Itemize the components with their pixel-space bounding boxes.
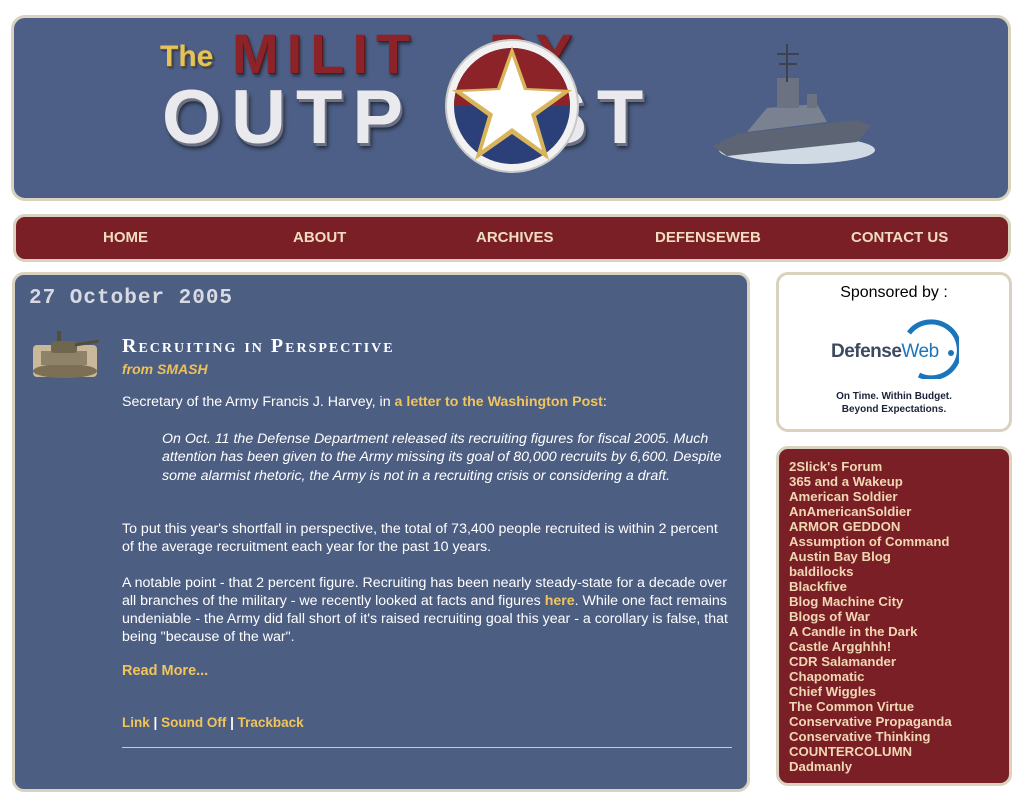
link-separator: | bbox=[230, 715, 234, 730]
post-date: 27 October 2005 bbox=[29, 287, 234, 310]
logo-defense: Defense bbox=[831, 341, 902, 362]
blogroll-item[interactable]: Blog Machine City bbox=[789, 594, 952, 609]
sponsor-tagline: On Time. Within Budget. Beyond Expectati… bbox=[779, 391, 1009, 416]
here-link[interactable]: here bbox=[545, 593, 575, 609]
blogroll-item[interactable]: COUNTERCOLUMN bbox=[789, 744, 952, 759]
blogroll-item[interactable]: Assumption of Command bbox=[789, 534, 952, 549]
post-paragraph-2: To put this year's shortfall in perspect… bbox=[122, 521, 718, 555]
post-author: from SMASH bbox=[122, 361, 208, 377]
site-header: The MILIT RY OUTP ST bbox=[11, 15, 1011, 201]
logo-web: Web bbox=[901, 341, 939, 362]
post-title[interactable]: Recruiting in Perspective bbox=[122, 335, 395, 358]
blogroll-item[interactable]: Castle Argghhh! bbox=[789, 639, 952, 654]
nav-home-link[interactable]: HOME bbox=[103, 229, 148, 246]
blogroll-item[interactable]: AnAmericanSoldier bbox=[789, 504, 952, 519]
nav-contact-link[interactable]: CONTACT US bbox=[851, 229, 948, 246]
sound-off-link[interactable]: Sound Off bbox=[161, 715, 226, 730]
blogroll: 2Slick's Forum 365 and a Wakeup American… bbox=[776, 446, 1012, 786]
trackback-link[interactable]: Trackback bbox=[238, 715, 304, 730]
blogroll-item[interactable]: Conservative Thinking bbox=[789, 729, 952, 744]
post-intro: Secretary of the Army Francis J. Harvey,… bbox=[122, 393, 732, 411]
post-divider bbox=[122, 747, 732, 748]
nav-defenseweb-link[interactable]: DEFENSEWEB bbox=[655, 229, 761, 246]
star-emblem-icon bbox=[445, 39, 579, 173]
main-content: 27 October 2005 Recruiting in Perspectiv… bbox=[12, 272, 750, 792]
blogroll-item[interactable]: Austin Bay Blog bbox=[789, 549, 952, 564]
blogroll-item[interactable]: 2Slick's Forum bbox=[789, 459, 952, 474]
defenseweb-logo[interactable]: DefenseWeb bbox=[831, 341, 939, 363]
blogroll-item[interactable]: Chapomatic bbox=[789, 669, 952, 684]
blogroll-item[interactable]: Conservative Propaganda bbox=[789, 714, 952, 729]
blogroll-item[interactable]: A Candle in the Dark bbox=[789, 624, 952, 639]
blogroll-item[interactable]: Dadmanly bbox=[789, 759, 952, 774]
blogroll-item[interactable]: CDR Salamander bbox=[789, 654, 952, 669]
nav-archives-link[interactable]: ARCHIVES bbox=[476, 229, 554, 246]
warship-icon bbox=[713, 44, 875, 164]
link-separator: | bbox=[153, 715, 158, 730]
washington-post-link[interactable]: a letter to the Washington Post bbox=[395, 394, 603, 410]
blogroll-item[interactable]: American Soldier bbox=[789, 489, 952, 504]
tagline-line-2: Beyond Expectations. bbox=[841, 403, 947, 415]
permalink-link[interactable]: Link bbox=[122, 715, 150, 730]
blockquote: On Oct. 11 the Defense Department releas… bbox=[162, 431, 722, 484]
logo-the-text: The bbox=[160, 40, 214, 73]
blogroll-item[interactable]: Blackfive bbox=[789, 579, 952, 594]
sponsor-box: Sponsored by : DefenseWeb On Time. Withi… bbox=[776, 272, 1012, 432]
blogroll-item[interactable]: ARMOR GEDDON bbox=[789, 519, 952, 534]
tank-icon bbox=[33, 331, 100, 378]
blogroll-item[interactable]: Chief Wiggles bbox=[789, 684, 952, 699]
blogroll-item[interactable]: 365 and a Wakeup bbox=[789, 474, 952, 489]
blogroll-item[interactable]: baldilocks bbox=[789, 564, 952, 579]
intro-text: Secretary of the Army Francis J. Harvey,… bbox=[122, 394, 395, 410]
intro-suffix: : bbox=[602, 394, 607, 410]
sponsor-title: Sponsored by : bbox=[840, 284, 948, 301]
blogroll-item[interactable]: The Common Virtue bbox=[789, 699, 952, 714]
post-paragraph-3: A notable point - that 2 percent figure.… bbox=[122, 574, 732, 646]
blogroll-item[interactable]: Blogs of War bbox=[789, 609, 952, 624]
tagline-line-1: On Time. Within Budget. bbox=[836, 391, 952, 402]
read-more-link[interactable]: Read More... bbox=[122, 663, 208, 679]
post-links: Link | Sound Off | Trackback bbox=[122, 715, 304, 730]
nav-about-link[interactable]: ABOUT bbox=[293, 229, 346, 246]
main-nav: HOME ABOUT ARCHIVES DEFENSEWEB CONTACT U… bbox=[13, 214, 1011, 262]
